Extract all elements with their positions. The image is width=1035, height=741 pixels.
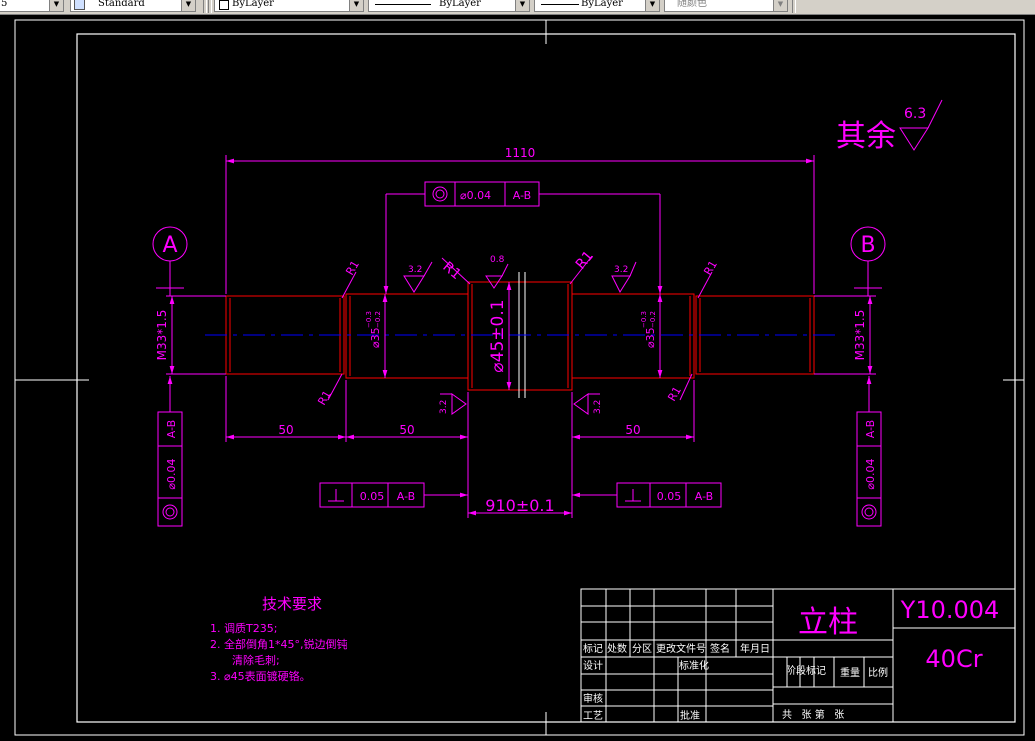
notes-line-3: 3. ⌀45表面镀硬铬。 bbox=[210, 669, 311, 683]
tb-weight: 重量 bbox=[840, 666, 860, 679]
gdt-perp-right-datum: A-B bbox=[695, 490, 713, 503]
gdt-left-value: ⌀0.04 bbox=[165, 458, 178, 489]
gdt-right-datum: A-B bbox=[864, 420, 877, 438]
chevron-down-icon[interactable]: ▼ bbox=[49, 0, 63, 11]
dim-style-combo[interactable]: Standard ▼ bbox=[70, 0, 196, 12]
tb-check: 审核 bbox=[583, 692, 603, 705]
color-swatch-icon bbox=[219, 0, 229, 10]
chevron-down-icon[interactable]: ▼ bbox=[645, 0, 659, 11]
dim-style-icon bbox=[74, 0, 85, 10]
tb-design: 设计 bbox=[583, 659, 603, 672]
rough-other-value: 6.3 bbox=[904, 106, 926, 122]
left-bearing-tol-lower: −0.2 bbox=[374, 311, 382, 328]
layer-color-value: ByLayer bbox=[232, 0, 274, 9]
tb-zone: 分区 bbox=[632, 643, 652, 655]
tb-approve: 批准 bbox=[680, 709, 700, 722]
lineweight-sample-icon bbox=[541, 4, 579, 5]
center-diameter-label: ⌀45±0.1 bbox=[488, 299, 508, 372]
right-thread-label: M33*1.5 bbox=[853, 310, 867, 361]
notes-line-2b: 清除毛刺; bbox=[232, 653, 280, 667]
rough-label-2: 0.8 bbox=[490, 255, 505, 265]
seg-50-right-label: 50 bbox=[625, 423, 640, 437]
chevron-down-icon[interactable]: ▼ bbox=[181, 0, 195, 11]
tb-mark: 标记 bbox=[583, 643, 603, 655]
gdt-perp-left-value: 0.05 bbox=[360, 490, 385, 503]
radius-label-3: R1 bbox=[439, 259, 464, 283]
chevron-down-icon[interactable]: ▼ bbox=[773, 0, 787, 11]
properties-toolbar: 5 ▼ Standard ▼ ByLayer ▼ ByLayer ▼ ByLay… bbox=[0, 0, 1035, 15]
linetype-value: ByLayer bbox=[439, 0, 481, 9]
dim-style-value: Standard bbox=[98, 0, 145, 9]
notes-line-2: 2. 全部倒角1*45°,锐边倒钝 bbox=[210, 637, 347, 651]
radius-label-1: R1 bbox=[343, 258, 362, 277]
plot-style-value: 随颜色 bbox=[677, 0, 707, 9]
gdt-coaxial-right bbox=[856, 376, 882, 527]
drawing-canvas[interactable]: 1110 50 50 50 910±0.1 M33*1.5 M33*1.5 ⌀3… bbox=[0, 14, 1035, 741]
radius-label-2: R1 bbox=[315, 388, 334, 407]
gdt-perp-left bbox=[319, 482, 468, 508]
toolbar-separator bbox=[203, 0, 207, 13]
tb-stage: 阶段标记 bbox=[786, 664, 826, 677]
overall-length-label: 1110 bbox=[505, 146, 536, 160]
datum-b-label: B bbox=[860, 233, 875, 258]
rough-other-label: 其余 bbox=[836, 119, 896, 154]
tb-scale: 比例 bbox=[868, 666, 888, 679]
radius-label-4: R1 bbox=[573, 248, 597, 273]
rough-label-3: 3.2 bbox=[614, 265, 628, 275]
seg-50-mid-label: 50 bbox=[399, 423, 414, 437]
left-bearing-tol-upper: −0.3 bbox=[365, 311, 373, 328]
plot-style-combo[interactable]: 随颜色 ▼ bbox=[664, 0, 788, 12]
segment-dimensions bbox=[225, 376, 695, 518]
text-style-combo[interactable]: 5 ▼ bbox=[0, 0, 64, 12]
toolbar-separator bbox=[208, 0, 212, 13]
overall-dimension bbox=[225, 155, 815, 294]
gdt-left-datum: A-B bbox=[165, 420, 178, 438]
rough-label-1: 3.2 bbox=[408, 265, 422, 275]
tb-sheets: 共 张 第 张 bbox=[782, 708, 844, 721]
tb-process: 工艺 bbox=[583, 710, 603, 722]
gdt-right-value: ⌀0.04 bbox=[864, 458, 877, 489]
shaft-outline bbox=[225, 281, 815, 391]
chevron-down-icon[interactable]: ▼ bbox=[349, 0, 363, 11]
notes-title: 技术要求 bbox=[262, 595, 322, 613]
layer-color-combo[interactable]: ByLayer ▼ bbox=[214, 0, 364, 12]
gdt-perp-left-datum: A-B bbox=[397, 490, 415, 503]
text-style-value: 5 bbox=[1, 0, 8, 9]
left-bearing-dia: ⌀35 bbox=[369, 327, 382, 348]
rough-label-4: 3.2 bbox=[439, 400, 449, 414]
gdt-perp-right-value: 0.05 bbox=[657, 490, 682, 503]
right-bearing-dia: ⌀35 bbox=[644, 327, 657, 348]
gdt-coaxial-left bbox=[157, 376, 183, 527]
lineweight-value: ByLayer bbox=[581, 0, 623, 9]
gdt-top-datum: A-B bbox=[513, 189, 531, 202]
chevron-down-icon[interactable]: ▼ bbox=[515, 0, 529, 11]
drawing-number: Y10.004 bbox=[900, 596, 1000, 624]
center-length-label: 910±0.1 bbox=[485, 496, 554, 515]
rough-label-5: 3.2 bbox=[593, 400, 603, 414]
seg-50-left-label: 50 bbox=[278, 423, 293, 437]
toolbar-separator bbox=[792, 0, 796, 13]
datum-a-label: A bbox=[162, 233, 177, 258]
tb-doc: 更改文件号 bbox=[656, 642, 706, 655]
radius-label-5: R1 bbox=[701, 258, 720, 277]
radius-label-6: R1 bbox=[665, 384, 684, 403]
tb-standard: 标准化 bbox=[679, 659, 709, 672]
material: 40Cr bbox=[925, 645, 982, 673]
tb-date: 年月日 bbox=[740, 642, 770, 655]
tb-count: 处数 bbox=[607, 642, 627, 655]
tb-sign: 签名 bbox=[710, 642, 730, 655]
part-name: 立柱 bbox=[798, 605, 858, 640]
gdt-top-value: ⌀0.04 bbox=[460, 189, 491, 202]
left-thread-label: M33*1.5 bbox=[155, 310, 169, 361]
right-bearing-tol-lower: −0.2 bbox=[649, 311, 657, 328]
linetype-combo[interactable]: ByLayer ▼ bbox=[368, 0, 530, 12]
notes-line-1: 1. 调质T235; bbox=[210, 622, 277, 635]
linetype-sample-icon bbox=[375, 4, 431, 5]
lineweight-combo[interactable]: ByLayer ▼ bbox=[534, 0, 660, 12]
right-bearing-tol-upper: −0.3 bbox=[640, 311, 648, 328]
